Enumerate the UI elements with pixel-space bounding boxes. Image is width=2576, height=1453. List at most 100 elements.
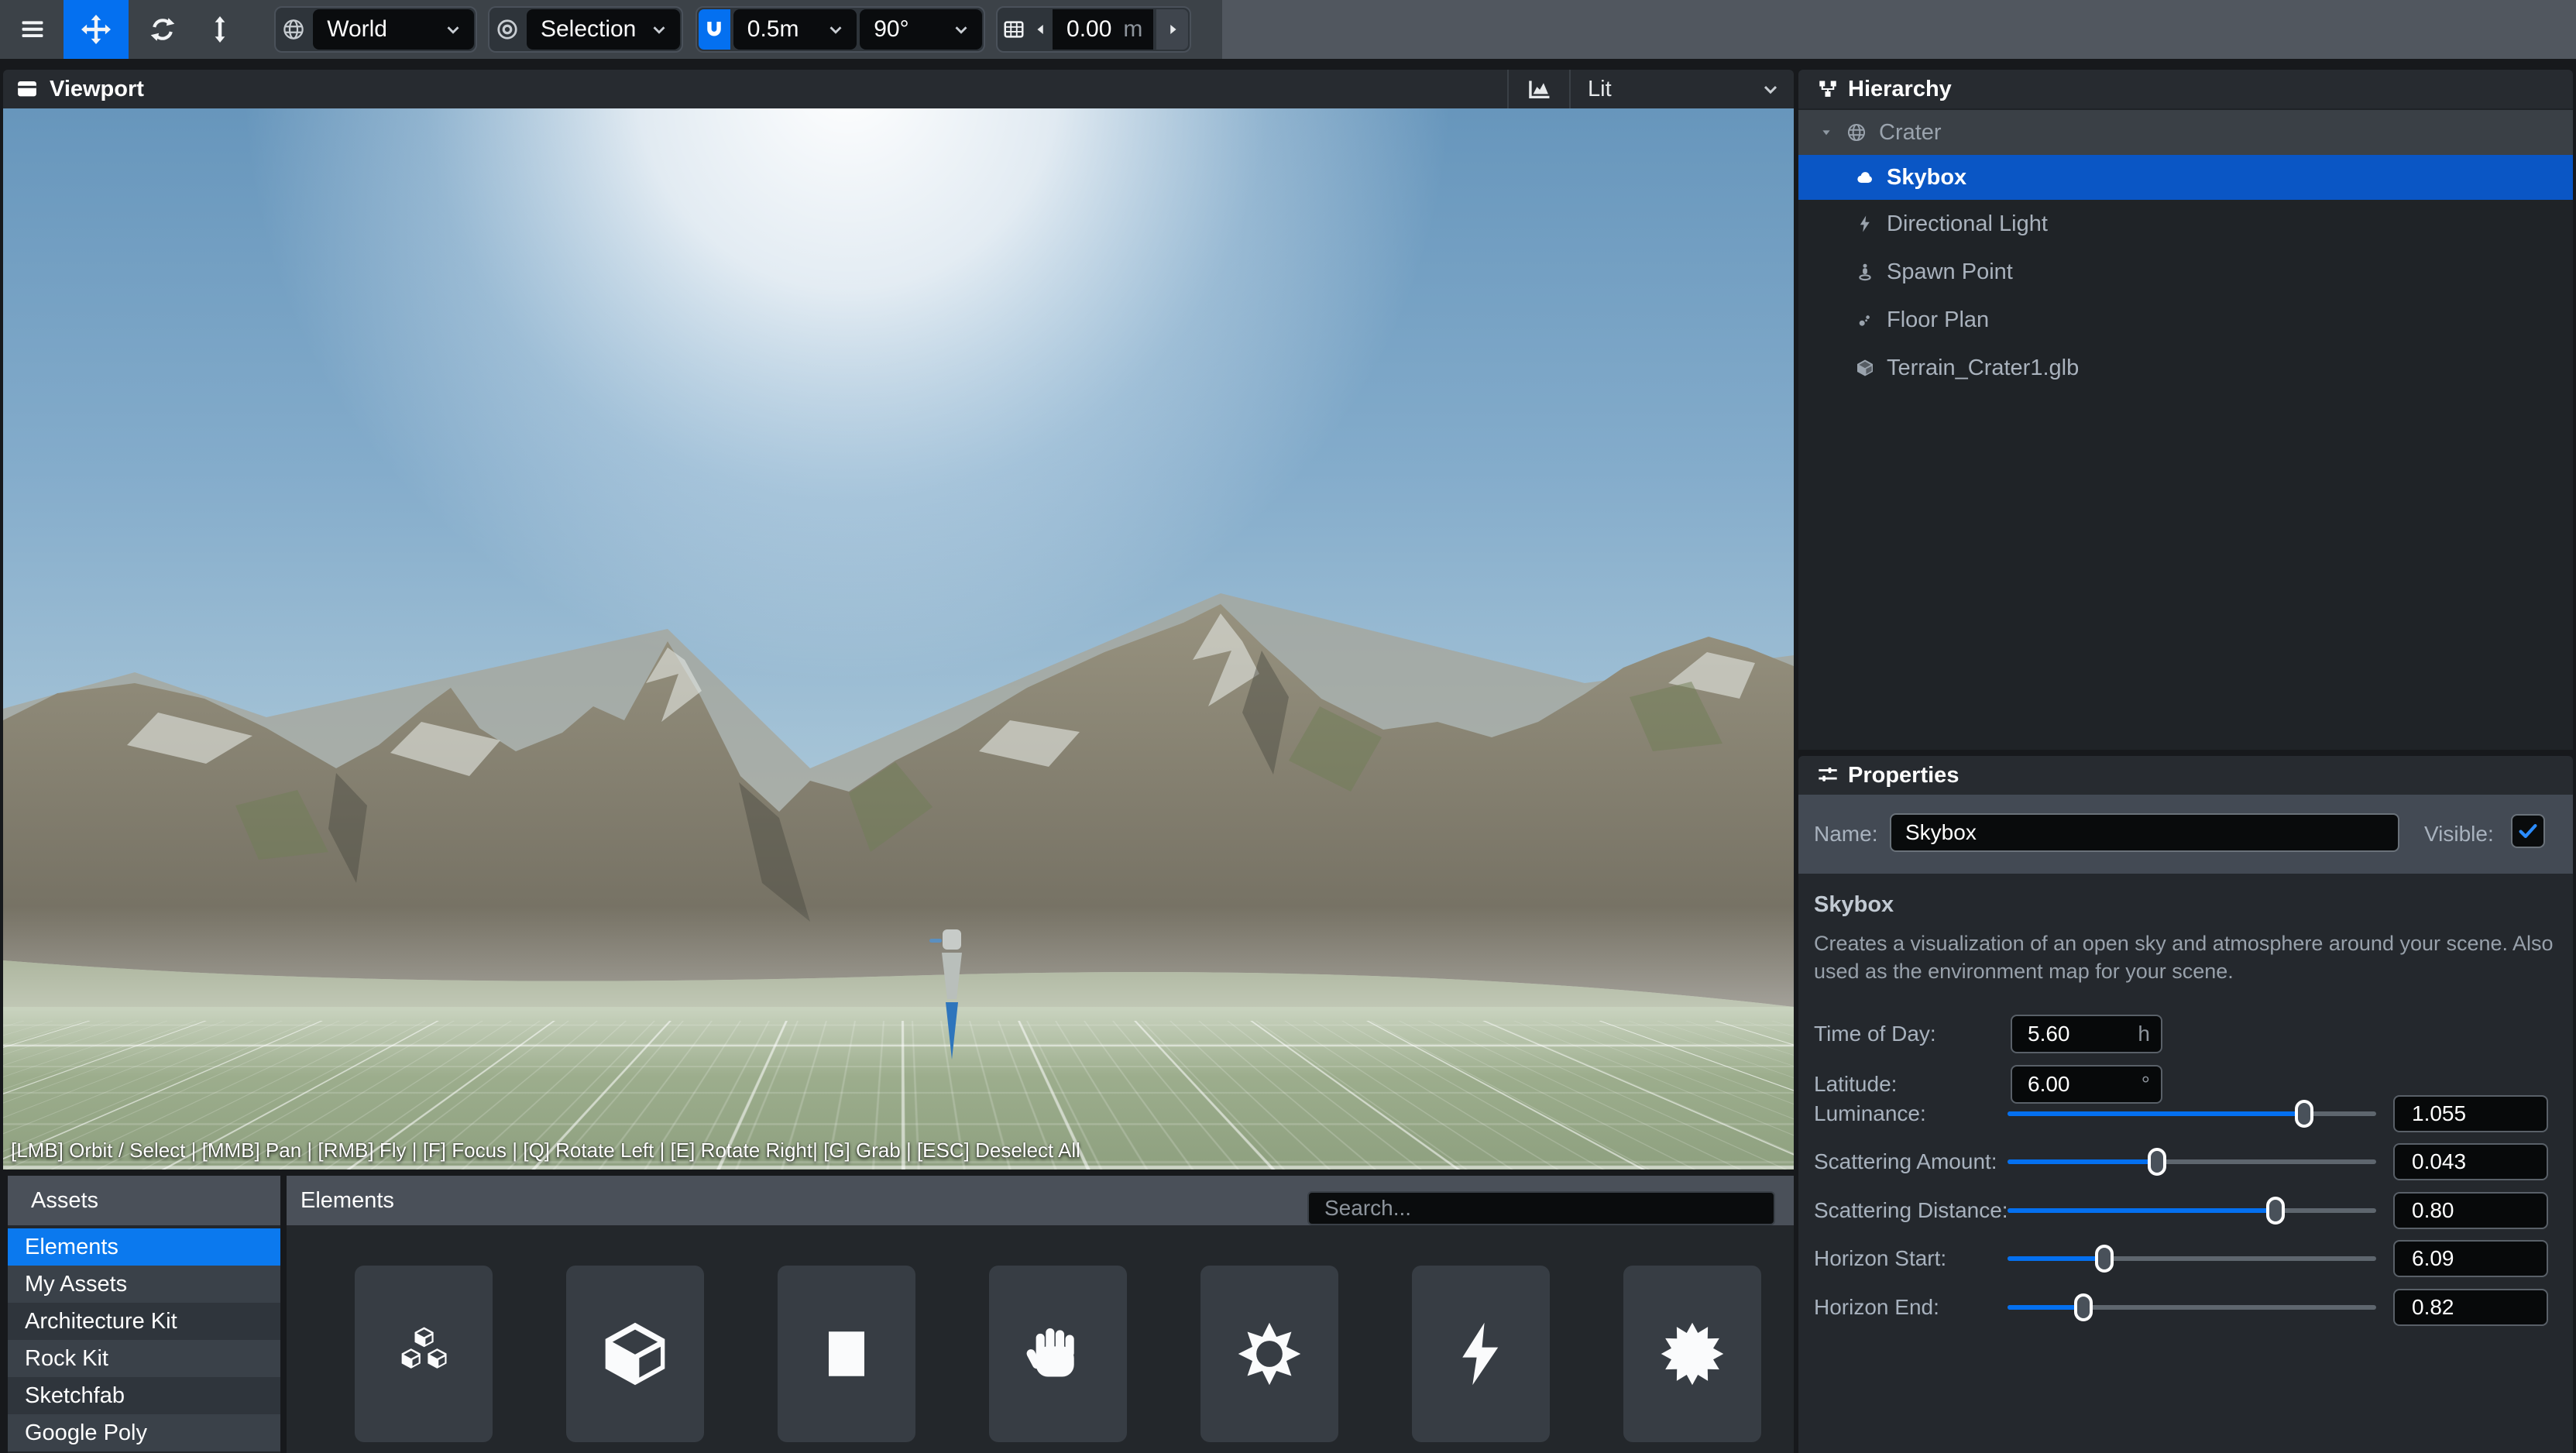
square-icon <box>811 1318 882 1389</box>
viewport-panel: Viewport Lit <box>3 70 1794 1170</box>
search-input[interactable] <box>1307 1191 1775 1225</box>
horizon-end-slider[interactable] <box>2008 1293 2376 1321</box>
sun-icon <box>1234 1318 1305 1389</box>
scattering-amount-slider[interactable] <box>2008 1148 2376 1176</box>
toolbar-right: Publish to Hubs... <box>1222 0 2576 59</box>
cube-icon <box>599 1318 671 1389</box>
rotate-icon <box>149 15 177 43</box>
asset-source-elements[interactable]: Elements <box>8 1228 280 1266</box>
hierarchy-node-floor-plan[interactable]: Floor Plan <box>1798 296 2573 344</box>
grid-height-decrease-button[interactable] <box>1032 9 1049 50</box>
scattering-distance-label: Scattering Distance: <box>1814 1198 2008 1223</box>
asset-source-google-poly[interactable]: Google Poly <box>8 1414 280 1451</box>
translate-tool-button[interactable] <box>64 0 129 59</box>
asset-tile-directional-light[interactable] <box>1412 1266 1550 1442</box>
asset-tile-point-light[interactable] <box>1623 1266 1761 1442</box>
slider-handle[interactable] <box>2266 1197 2285 1225</box>
elements-panel: Elements <box>287 1176 1794 1453</box>
stats-chart-icon <box>1526 76 1552 102</box>
transform-space-value: World <box>327 16 387 43</box>
horizon-end-value[interactable]: 0.82 <box>2393 1289 2548 1326</box>
luminance-value[interactable]: 1.055 <box>2393 1095 2548 1132</box>
scale-tool-button[interactable] <box>198 8 242 51</box>
render-mode-select[interactable]: Lit <box>1571 77 1794 102</box>
slider-handle[interactable] <box>2074 1293 2093 1321</box>
spawn-point-gizmo[interactable] <box>925 923 979 1063</box>
asset-tile-ambient-light[interactable] <box>1200 1266 1338 1442</box>
hierarchy-node-directional-light[interactable]: Directional Light <box>1798 200 2573 248</box>
hierarchy-node-crater[interactable]: Crater <box>1798 110 2573 155</box>
asset-source-my-assets[interactable]: My Assets <box>8 1266 280 1303</box>
section-description: Creates a visualization of an open sky a… <box>1814 929 2557 986</box>
snap-toggle-button[interactable] <box>699 9 730 50</box>
transform-pivot-select[interactable]: Selection <box>527 9 680 50</box>
grid-height-input[interactable]: 0.00 m <box>1053 9 1153 50</box>
asset-source-sketchfab[interactable]: Sketchfab <box>8 1377 280 1414</box>
render-mode-value: Lit <box>1588 77 1612 102</box>
globe-icon <box>277 9 310 50</box>
magnet-icon <box>703 19 725 40</box>
viewport-help-text: [LMB] Orbit / Select | [MMB] Pan | [RMB]… <box>11 1139 1080 1163</box>
window-icon <box>15 77 39 101</box>
panel-edge <box>0 1176 8 1453</box>
rotate-tool-button[interactable] <box>133 8 192 51</box>
scattering-distance-value[interactable]: 0.80 <box>2393 1192 2548 1229</box>
cube-icon <box>1856 359 1874 377</box>
bolt-icon <box>1445 1318 1516 1389</box>
scattering-distance-row: Scattering Distance: 0.80 <box>1798 1191 2573 1230</box>
hierarchy-node-skybox[interactable]: Skybox <box>1798 155 2573 200</box>
horizon-start-value[interactable]: 6.09 <box>2393 1240 2548 1277</box>
assets-header: Assets <box>8 1176 280 1225</box>
assets-panel: Assets Elements My Assets Architecture K… <box>0 1176 1794 1453</box>
transform-space-select[interactable]: World <box>313 9 474 50</box>
time-of-day-input[interactable]: 5.60 h <box>2011 1015 2162 1053</box>
stats-toggle-button[interactable] <box>1509 76 1569 102</box>
transform-space-group: World <box>274 6 477 53</box>
elements-title: Elements <box>301 1188 394 1214</box>
snap-rotate-select[interactable]: 90° <box>860 9 982 50</box>
main-menu-button[interactable] <box>11 8 54 51</box>
hierarchy-panel: Hierarchy Crater Skybox Directional Ligh… <box>1798 70 2573 750</box>
horizon-start-row: Horizon Start: 6.09 <box>1798 1239 2573 1278</box>
snap-move-select[interactable]: 0.5m <box>733 9 857 50</box>
visible-checkbox[interactable] <box>2511 814 2545 848</box>
viewport-canvas[interactable]: [LMB] Orbit / Select | [MMB] Pan | [RMB]… <box>3 108 1794 1170</box>
luminance-slider[interactable] <box>2008 1100 2376 1128</box>
visible-label: Visible: <box>2424 822 2494 847</box>
scattering-amount-value[interactable]: 0.043 <box>2393 1143 2548 1180</box>
horizon-start-slider[interactable] <box>2008 1245 2376 1273</box>
scattering-distance-slider[interactable] <box>2008 1197 2376 1225</box>
slider-handle[interactable] <box>2148 1148 2166 1176</box>
snap-rotate-value: 90° <box>874 16 908 43</box>
hierarchy-tree: Crater Skybox Directional Light Spawn Po… <box>1798 108 2573 750</box>
transform-pivot-group: Selection <box>488 6 683 53</box>
latitude-label: Latitude: <box>1814 1072 1897 1097</box>
grid-icon <box>999 9 1029 50</box>
skybox-section: Skybox Creates a visualization of an ope… <box>1798 874 2573 1453</box>
asset-tile-group[interactable] <box>355 1266 493 1442</box>
scattering-amount-label: Scattering Amount: <box>1814 1149 1997 1174</box>
hierarchy-header: Hierarchy <box>1798 70 2573 108</box>
disclosure-triangle-icon[interactable] <box>1820 126 1832 139</box>
assets-title: Assets <box>31 1188 98 1214</box>
asset-tile-image[interactable] <box>778 1266 915 1442</box>
hierarchy-title: Hierarchy <box>1848 77 1952 102</box>
hierarchy-node-terrain[interactable]: Terrain_Crater1.glb <box>1798 344 2573 392</box>
hierarchy-node-label: Terrain_Crater1.glb <box>1887 356 2079 381</box>
chevron-down-icon <box>443 19 463 40</box>
properties-panel: Properties Name: Visible: Skybox Creates… <box>1798 756 2573 1453</box>
name-input[interactable] <box>1890 813 2399 852</box>
asset-tile-spawn-point[interactable] <box>989 1266 1127 1442</box>
asset-sources-nav: Assets Elements My Assets Architecture K… <box>8 1176 280 1453</box>
hierarchy-node-spawn-point[interactable]: Spawn Point <box>1798 248 2573 296</box>
slider-handle[interactable] <box>2095 1245 2114 1273</box>
asset-source-rock-kit[interactable]: Rock Kit <box>8 1340 280 1377</box>
horizon-start-label: Horizon Start: <box>1814 1246 1946 1271</box>
snap-move-value: 0.5m <box>747 16 799 43</box>
latitude-value: 6.00 <box>2028 1072 2070 1097</box>
asset-tile-model[interactable] <box>566 1266 704 1442</box>
slider-handle[interactable] <box>2295 1100 2313 1128</box>
element-tiles <box>287 1225 1794 1453</box>
grid-height-increase-button[interactable] <box>1156 9 1188 50</box>
asset-source-architecture-kit[interactable]: Architecture Kit <box>8 1303 280 1340</box>
